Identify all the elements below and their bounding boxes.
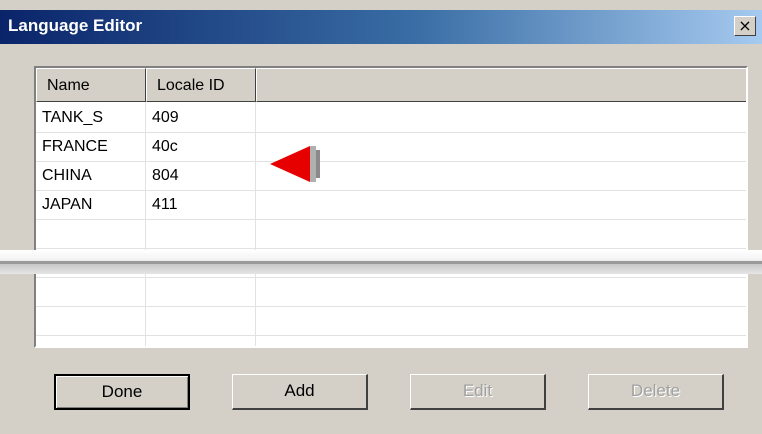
list-header: Name Locale ID (36, 68, 746, 102)
table-row[interactable]: CHINA 804 (36, 162, 746, 191)
delete-button[interactable]: Delete (588, 374, 724, 410)
table-row[interactable]: TANK_S 409 (36, 104, 746, 133)
language-editor-window: Language Editor × Name Locale ID TANK_S … (0, 0, 762, 434)
red-arrow-left-icon (270, 146, 320, 182)
cell-name: TANK_S (42, 109, 104, 126)
empty-row (36, 220, 746, 249)
title-bar[interactable]: Language Editor × (0, 10, 762, 44)
cell-name: CHINA (42, 167, 92, 184)
cell-locale-id: 40c (152, 138, 178, 155)
cell-name: FRANCE (42, 138, 108, 155)
close-button[interactable]: × (734, 16, 756, 36)
empty-row (36, 278, 746, 307)
window-title: Language Editor (8, 16, 143, 35)
edit-button[interactable]: Edit (410, 374, 546, 410)
done-button[interactable]: Done (54, 374, 190, 410)
column-header-blank[interactable] (256, 68, 746, 102)
language-list[interactable]: Name Locale ID TANK_S 409 FRANCE 40c CHI… (34, 66, 748, 348)
empty-row (36, 307, 746, 336)
cell-locale-id: 409 (152, 109, 179, 126)
column-header-name[interactable]: Name (36, 68, 146, 102)
table-row[interactable]: FRANCE 40c (36, 133, 746, 162)
cell-locale-id: 411 (152, 196, 178, 213)
table-row[interactable]: JAPAN 411 (36, 191, 746, 220)
cell-locale-id: 804 (152, 167, 179, 184)
cell-name: JAPAN (42, 196, 93, 213)
column-header-locale-id[interactable]: Locale ID (146, 68, 256, 102)
screenshot-break-line (0, 261, 762, 264)
add-button[interactable]: Add (232, 374, 368, 410)
